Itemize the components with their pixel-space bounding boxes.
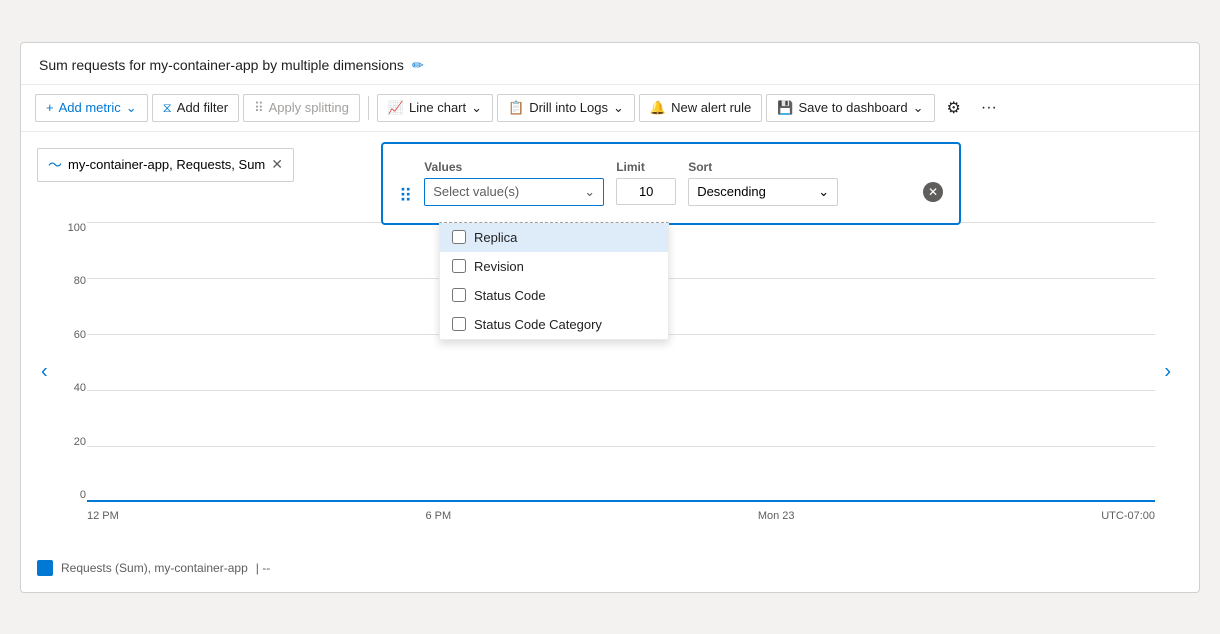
chevron-down-icon: ⌄: [126, 100, 137, 116]
values-dropdown: Replica Revision Status Code: [439, 222, 669, 340]
drill-into-logs-button[interactable]: 📋 Drill into Logs ⌄: [497, 94, 635, 122]
toolbar: + Add metric ⌄ ⧖ Add filter ⠿ Apply spli…: [21, 85, 1199, 132]
y-label-100: 100: [51, 222, 86, 234]
limit-label: Limit: [616, 160, 676, 174]
y-axis: 100 80 60 40 20 0: [51, 222, 86, 502]
chart-next-button[interactable]: ›: [1160, 356, 1175, 387]
x-label-12pm: 12 PM: [87, 510, 119, 522]
y-label-60: 60: [51, 329, 86, 341]
main-window: Sum requests for my-container-app by mul…: [20, 42, 1200, 593]
add-filter-button[interactable]: ⧖ Add filter: [152, 94, 239, 122]
dropdown-item-revision[interactable]: Revision: [440, 252, 668, 281]
dropdown-item-status-code-category[interactable]: Status Code Category: [440, 310, 668, 339]
checkbox-status-code[interactable]: [452, 288, 466, 302]
x-label-6pm: 6 PM: [425, 510, 451, 522]
x-axis: 12 PM 6 PM Mon 23 UTC-07:00: [87, 510, 1155, 522]
checkbox-status-code-category[interactable]: [452, 317, 466, 331]
content-area: 〜 my-container-app, Requests, Sum ✕ ⠿ Va…: [21, 132, 1199, 592]
save-to-dashboard-button[interactable]: 💾 Save to dashboard ⌄: [766, 94, 934, 122]
save-icon: 💾: [777, 100, 793, 116]
zero-line: [87, 500, 1155, 502]
line-chart-button[interactable]: 📈 Line chart ⌄: [377, 94, 493, 122]
legend: Requests (Sum), my-container-app | --: [37, 560, 270, 576]
values-label: Values: [424, 160, 604, 174]
metric-text: my-container-app, Requests, Sum: [68, 157, 265, 172]
legend-color: [37, 560, 53, 576]
dropdown-label-replica: Replica: [474, 230, 517, 245]
legend-separator: | --: [256, 561, 270, 575]
values-placeholder: Select value(s): [433, 184, 519, 199]
new-alert-rule-button[interactable]: 🔔 New alert rule: [639, 94, 762, 122]
close-splitting-button[interactable]: ✕: [923, 182, 943, 202]
chart-prev-button[interactable]: ‹: [37, 356, 52, 387]
metric-icon: 〜: [48, 155, 62, 175]
grid-line-40: [87, 390, 1155, 391]
sort-label: Sort: [688, 160, 838, 174]
dropdown-label-status-code-category: Status Code Category: [474, 317, 602, 332]
limit-input[interactable]: [616, 178, 676, 205]
y-label-80: 80: [51, 275, 86, 287]
legend-text: Requests (Sum), my-container-app: [61, 561, 248, 575]
checkbox-replica[interactable]: [452, 230, 466, 244]
logs-icon: 📋: [508, 100, 524, 116]
sort-chevron-icon: ⌄: [818, 184, 829, 200]
more-options-button[interactable]: ···: [973, 94, 1005, 122]
checkbox-revision[interactable]: [452, 259, 466, 273]
splitting-icon: ⠿: [399, 186, 412, 207]
dropdown-item-status-code[interactable]: Status Code: [440, 281, 668, 310]
values-field-group: Values Select value(s) ⌄ Replica: [424, 160, 604, 206]
more-icon: ···: [981, 99, 997, 117]
grid-line-20: [87, 446, 1155, 447]
dropdown-label-revision: Revision: [474, 259, 524, 274]
settings-button[interactable]: ⚙: [939, 93, 969, 123]
x-label-mon23: Mon 23: [758, 510, 795, 522]
remove-metric-button[interactable]: ✕: [271, 156, 283, 173]
metric-pill: 〜 my-container-app, Requests, Sum ✕: [37, 148, 294, 182]
y-label-20: 20: [51, 436, 86, 448]
gear-icon: ⚙: [947, 98, 961, 118]
dropdown-item-replica[interactable]: Replica: [440, 223, 668, 252]
page-title: Sum requests for my-container-app by mul…: [39, 57, 404, 73]
sort-value: Descending: [697, 184, 766, 199]
values-select[interactable]: Select value(s) ⌄: [424, 178, 604, 206]
separator-1: [368, 96, 369, 120]
chevron-down-icon-3: ⌄: [613, 100, 624, 116]
title-bar: Sum requests for my-container-app by mul…: [21, 43, 1199, 85]
fields-container: Values Select value(s) ⌄ Replica: [424, 160, 911, 206]
chevron-down-icon-4: ⌄: [913, 100, 924, 116]
dropdown-label-status-code: Status Code: [474, 288, 546, 303]
values-chevron-icon: ⌄: [584, 184, 595, 200]
limit-field-group: Limit: [616, 160, 676, 205]
filter-icon: ⧖: [163, 100, 172, 116]
alert-icon: 🔔: [650, 100, 666, 116]
x-label-utc: UTC-07:00: [1101, 510, 1155, 522]
sort-field-group: Sort Descending ⌄: [688, 160, 838, 206]
line-chart-icon: 📈: [388, 100, 404, 116]
y-label-0: 0: [51, 489, 86, 501]
apply-splitting-button[interactable]: ⠿ Apply splitting: [243, 94, 360, 122]
chevron-down-icon-2: ⌄: [471, 100, 482, 116]
split-dots-icon: ⠿: [254, 100, 264, 116]
splitting-panel: ⠿ Values Select value(s) ⌄ Re: [381, 142, 961, 225]
add-metric-button[interactable]: + Add metric ⌄: [35, 94, 148, 122]
y-label-40: 40: [51, 382, 86, 394]
plus-icon: +: [46, 100, 54, 115]
sort-select[interactable]: Descending ⌄: [688, 178, 838, 206]
edit-icon[interactable]: ✏: [412, 57, 424, 74]
